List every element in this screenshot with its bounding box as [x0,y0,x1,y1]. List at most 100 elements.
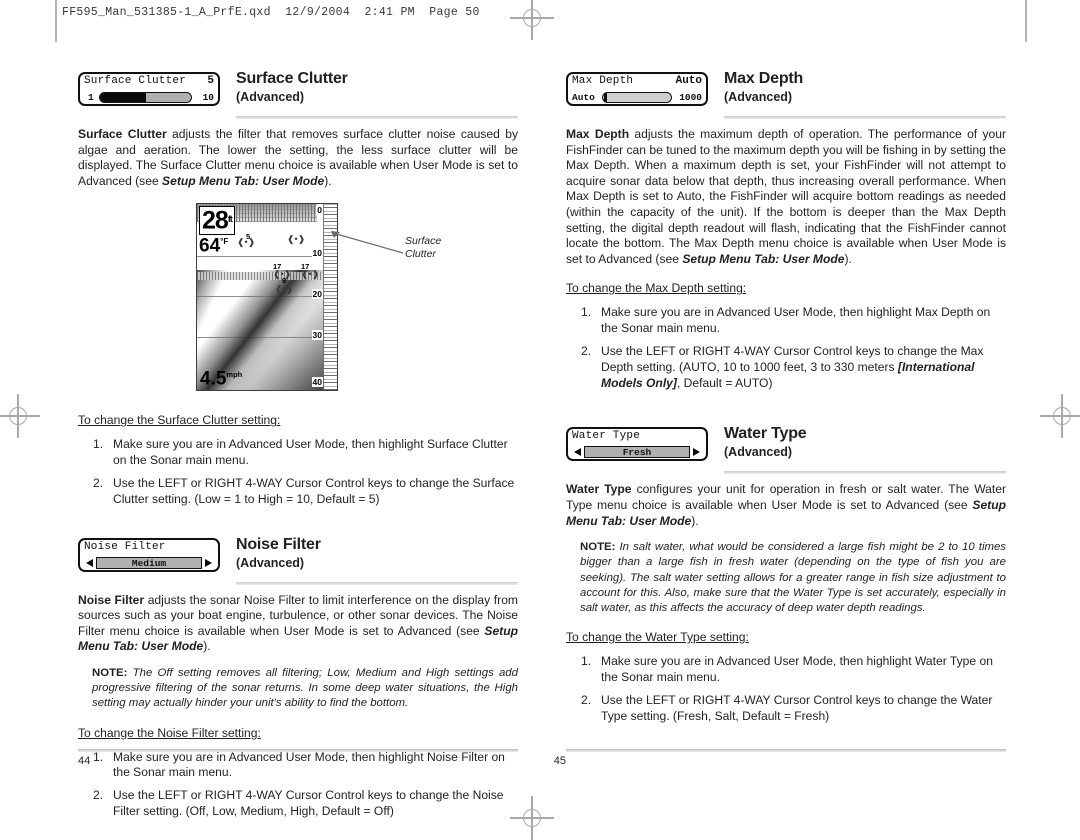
widget-label: Water Type [572,430,641,443]
widget-label: Surface Clutter [84,75,187,87]
widget-value: Fresh [584,446,690,459]
scale-label: 30 [311,330,323,341]
registration-mark-right [1040,394,1080,438]
fish-depth-label: 5 [246,232,251,242]
depth-unit: ft [227,214,233,225]
section-divider [236,581,518,585]
widget-slider-track[interactable] [99,92,192,103]
section-subtitle: (Advanced) [236,90,305,104]
temperature-readout: 64°F [199,235,229,257]
fish-depth-label: 17 [301,262,310,272]
section-body-max-depth: Max Depth adjusts the maximum depth of o… [566,127,1007,266]
widget-min-label: 1 [88,92,94,103]
note-water-type: NOTE: In salt water, what would be consi… [580,540,1006,616]
registration-mark-top [510,0,554,40]
instruction-step: Use the LEFT or RIGHT 4-WAY Cursor Contr… [93,788,504,818]
instruction-steps-noise-filter: Make sure you are in Advanced User Mode,… [78,750,518,820]
widget-label: Noise Filter [84,540,166,553]
scale-label: 20 [311,289,323,300]
menu-widget-surface-clutter[interactable]: Surface Clutter 5 1 10 [78,72,220,106]
arrow-left-icon[interactable] [574,448,581,457]
scale-label: 40 [311,377,323,388]
instructions-heading-noise-filter: To change the Noise Filter setting: [78,725,261,740]
instruction-step: Make sure you are in Advanced User Mode,… [581,305,991,336]
page-column-right: Max Depth Auto Auto 1000 Max Depth (Adva… [566,70,1007,724]
instruction-steps-max-depth: Make sure you are in Advanced User Mode,… [566,305,1006,391]
section-body-noise-filter: Noise Filter adjusts the sonar Noise Fil… [78,592,518,654]
page-number-left: 44 [78,755,91,767]
menu-widget-max-depth[interactable]: Max Depth Auto Auto 1000 [566,72,708,106]
section-title: Noise Filter [236,535,321,553]
page-column-left: Surface Clutter 5 1 10 Surface Clutter (… [78,70,518,820]
arrow-left-icon[interactable] [86,558,93,567]
widget-min-label: Auto [572,92,595,103]
arrow-right-icon[interactable] [205,558,212,567]
trim-line-left [55,0,57,42]
widget-slider-track[interactable] [602,92,672,103]
instruction-step: Make sure you are in Advanced User Mode,… [581,654,993,684]
section-body-surface-clutter: Surface Clutter adjusts the filter that … [78,127,518,188]
footer-divider [566,749,1006,752]
speed-unit: mph [226,370,243,380]
note-label: NOTE: [580,541,616,554]
section-subtitle: (Advanced) [724,90,793,104]
section-header-water-type: Water Type Fresh Water Type (Advanced) [566,425,1006,475]
callout-label-surface-clutter: Surface Clutter [405,235,442,261]
instruction-step: Use the LEFT or RIGHT 4-WAY Cursor Contr… [581,692,993,723]
scale-label: 10 [311,248,323,259]
instruction-step: Use the LEFT or RIGHT 4-WAY Cursor Contr… [93,475,515,506]
section-header-surface-clutter: Surface Clutter 5 1 10 Surface Clutter (… [78,70,518,119]
note-noise-filter: NOTE: The Off setting removes all filter… [92,666,518,712]
fish-depth-label: 17 [273,262,282,272]
footer-divider [78,749,518,752]
instructions-heading-max-depth: To change the Max Depth setting: [566,281,747,296]
section-subtitle: (Advanced) [236,555,305,570]
registration-mark-left [0,394,40,438]
speed-readout: 4.5mph [200,368,243,390]
sonar-screenshot: ❰•❱ ❰•❱ ❰•❱ ❰•❱ ❰•❱ 5 17 9 17 0 10 20 30… [196,203,338,392]
section-title: Water Type [724,425,807,443]
instruction-step: Make sure you are in Advanced User Mode,… [93,437,508,468]
section-body-water-type: Water Type configures your unit for oper… [566,482,1007,528]
instructions-heading-water-type: To change the Water Type setting: [566,630,749,645]
instruction-step: Use the LEFT or RIGHT 4-WAY Cursor Contr… [581,343,984,390]
fish-icon: ❰•❱ [287,234,306,245]
depth-value: 28 [202,206,229,235]
scale-label: 0 [316,205,323,216]
note-text: The Off setting removes all filtering; L… [92,666,518,710]
note-text: In salt water, what would be considered … [580,541,1006,614]
temperature-unit: °F [220,237,229,247]
callout-leader-line [331,231,405,255]
widget-max-label: 10 [202,92,214,103]
instruction-step: Make sure you are in Advanced User Mode,… [93,749,505,780]
instructions-heading-surface-clutter: To change the Surface Clutter setting: [78,413,281,428]
section-subtitle: (Advanced) [724,445,793,460]
section-divider [236,116,518,119]
arrow-right-icon[interactable] [693,448,700,457]
section-divider [724,116,1006,119]
widget-slider-fill [100,93,146,102]
depth-readout-box: 28ft [199,206,235,235]
widget-value: 5 [207,75,214,87]
menu-widget-water-type[interactable]: Water Type Fresh [566,427,708,462]
widget-label: Max Depth [572,75,634,87]
widget-value: Medium [96,556,202,569]
widget-max-label: 1000 [679,92,702,103]
widget-slider-thumb[interactable] [604,93,607,102]
section-header-max-depth: Max Depth Auto Auto 1000 Max Depth (Adva… [566,70,1006,119]
menu-widget-noise-filter[interactable]: Noise Filter Medium [78,537,220,572]
print-job-header: FF595_Man_531385-1_A_PrfE.qxd 12/9/2004 … [62,6,480,19]
figure-sonar-view: ❰•❱ ❰•❱ ❰•❱ ❰•❱ ❰•❱ 5 17 9 17 0 10 20 30… [78,203,518,399]
note-label: NOTE: [92,666,128,679]
trim-line-right [1025,0,1027,42]
fish-icon: ❰•❱ [275,284,294,295]
section-header-noise-filter: Noise Filter Medium Noise Filter (Advanc… [78,535,518,585]
instruction-steps-surface-clutter: Make sure you are in Advanced User Mode,… [78,437,518,507]
section-title: Max Depth [724,70,804,87]
widget-value: Auto [675,75,702,87]
section-title: Surface Clutter [236,70,348,87]
fish-depth-label: 9 [282,276,287,286]
section-divider [724,471,1006,475]
instruction-steps-water-type: Make sure you are in Advanced User Mode,… [566,654,1006,724]
page-number-right: 45 [553,755,566,767]
